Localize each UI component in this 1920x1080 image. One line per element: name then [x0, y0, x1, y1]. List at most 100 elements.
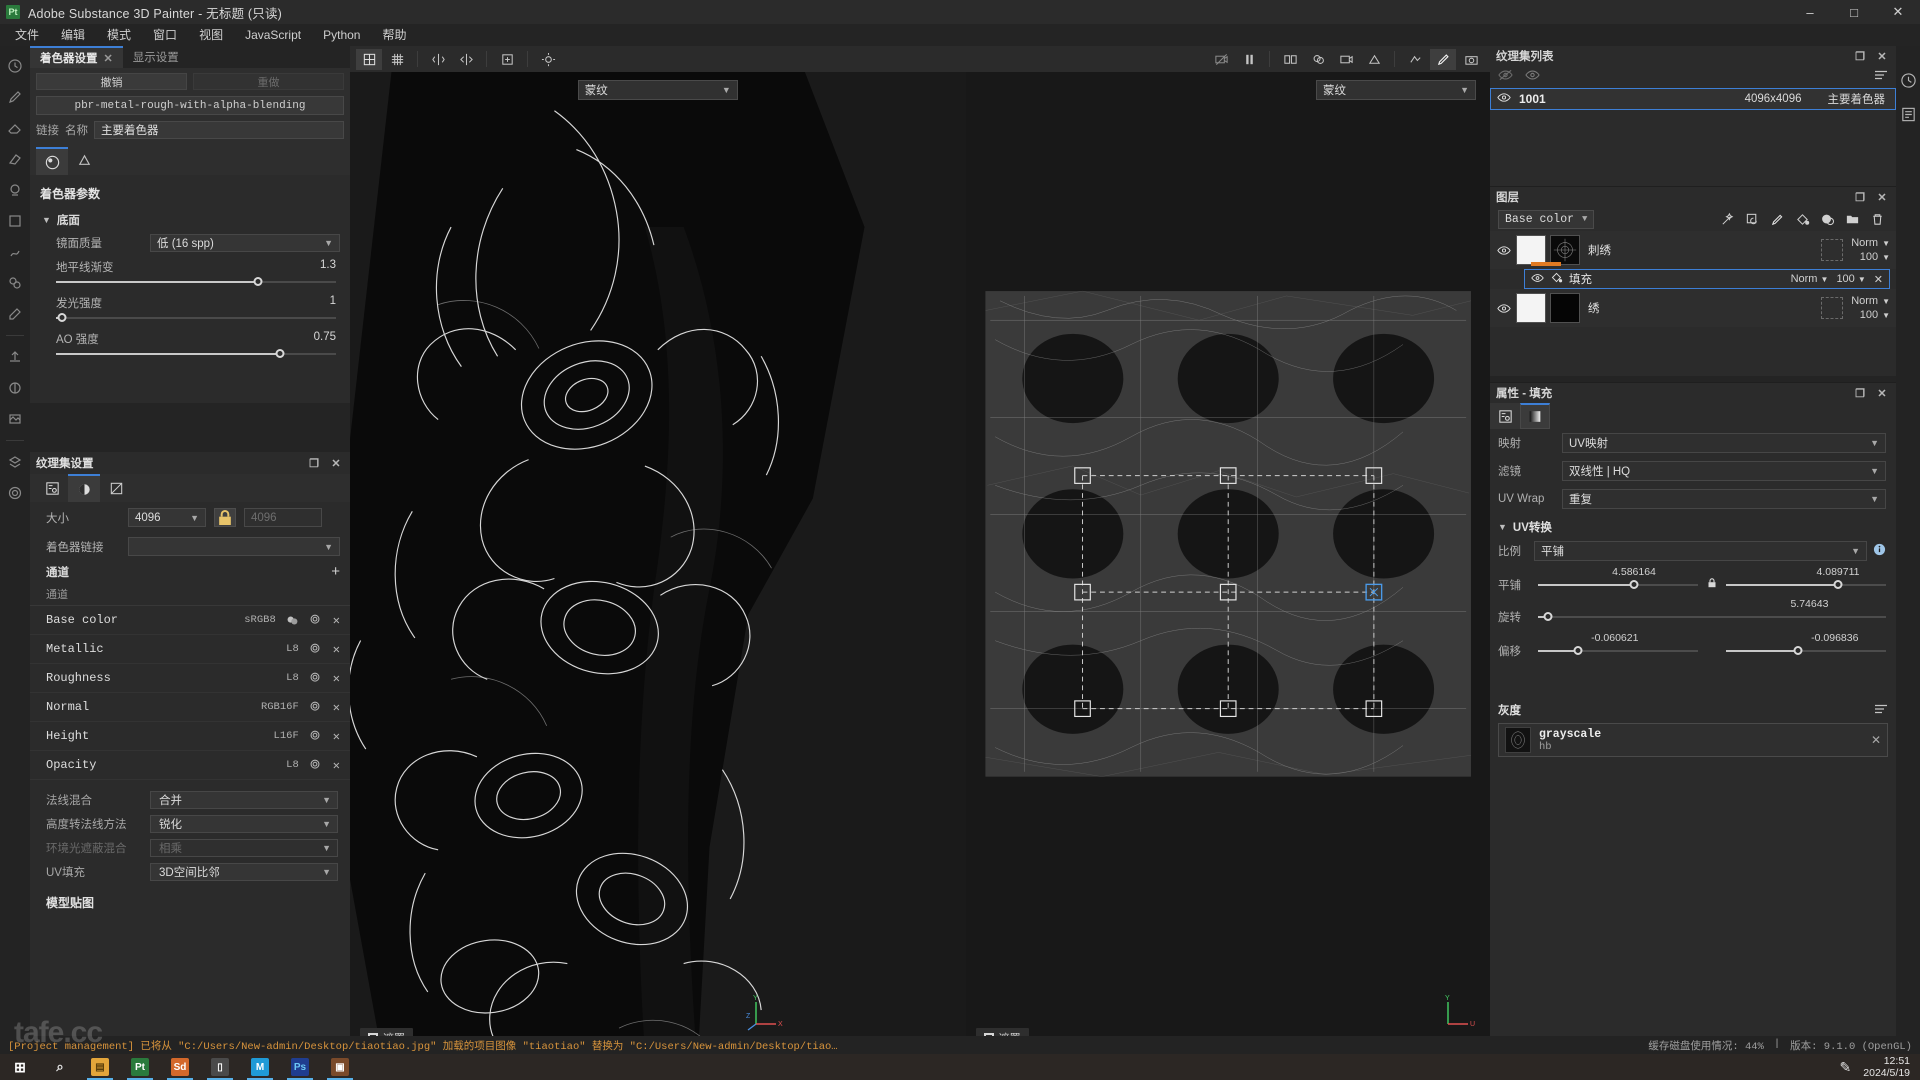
layer-mask-placeholder[interactable] — [1821, 297, 1844, 319]
layer-blend-mode[interactable]: Norm ▼ — [1851, 295, 1890, 307]
undo-button[interactable]: 撤销 — [36, 73, 187, 90]
dock-icon[interactable]: ❐ — [306, 455, 322, 471]
layer-thumbnail[interactable] — [1516, 293, 1546, 323]
menu-view[interactable]: 视图 — [188, 24, 234, 46]
dock-icon[interactable]: ❐ — [1852, 48, 1868, 64]
layer-blend-mode[interactable]: Norm ▼ — [1851, 237, 1890, 249]
dock-icon[interactable]: ❐ — [1852, 385, 1868, 401]
layer-opacity[interactable]: 100 ▼ — [1860, 251, 1890, 263]
post-fx-icon[interactable] — [1402, 49, 1428, 70]
paint-layer-icon[interactable] — [1766, 209, 1788, 229]
texture-set-row[interactable]: 1001 4096x4096 主要着色器 — [1490, 88, 1896, 110]
normal-blend-combo[interactable]: 合并 ▼ — [150, 791, 338, 809]
channel-settings-icon[interactable] — [309, 730, 321, 742]
slider-knob[interactable] — [253, 277, 263, 286]
info-icon[interactable] — [1873, 543, 1886, 559]
channel-settings-icon[interactable] — [309, 701, 321, 713]
gradient-icon[interactable] — [1520, 403, 1550, 429]
effect-layer-close-icon[interactable]: ✕ — [1874, 273, 1883, 286]
eye-off-icon[interactable] — [1498, 68, 1513, 86]
tab-shader-settings[interactable]: 着色器设置 ✕ — [30, 46, 123, 68]
layer-mask-thumbnail[interactable] — [1550, 293, 1580, 323]
settings-icon[interactable] — [4, 483, 26, 503]
color-space-icon[interactable] — [286, 614, 299, 627]
bake-icon[interactable] — [4, 378, 26, 398]
start-button[interactable]: ⊞ — [0, 1054, 40, 1080]
render-icon[interactable] — [4, 409, 26, 429]
scale-combo[interactable]: 平铺 ▼ — [1534, 541, 1867, 561]
layer-row[interactable]: 刺绣 Norm ▼ 100 ▼ — [1490, 231, 1896, 269]
settings-icon[interactable] — [36, 474, 68, 502]
menu-file[interactable]: 文件 — [4, 24, 50, 46]
frame-icon[interactable] — [494, 49, 520, 70]
slider-knob[interactable] — [275, 349, 285, 358]
list-menu-icon[interactable] — [1874, 68, 1888, 86]
rotation-slider[interactable]: 5.74643 — [1538, 598, 1886, 627]
camera-off-icon[interactable] — [1208, 49, 1234, 70]
trash-icon[interactable] — [1866, 209, 1888, 229]
horizon-fade-slider[interactable] — [56, 276, 336, 288]
screenshot-icon[interactable] — [1458, 49, 1484, 70]
channel-row[interactable]: Opacity L8 ✕ — [30, 751, 350, 780]
slider-knob[interactable] — [1573, 646, 1583, 655]
close-icon[interactable]: ✕ — [1874, 189, 1890, 205]
emissive-slider[interactable] — [56, 312, 336, 324]
filter-combo[interactable]: 双线性 | HQ ▼ — [1562, 461, 1886, 481]
eraser-icon[interactable] — [4, 118, 26, 138]
environment-icon[interactable] — [68, 147, 100, 175]
effect-layer-row[interactable]: 填充 Norm ▼ 100 ▼ ✕ — [1524, 269, 1890, 289]
effect-layer-blend-mode[interactable]: Norm ▼ — [1791, 273, 1829, 285]
grayscale-slot[interactable]: grayscale hb ✕ — [1498, 723, 1888, 757]
menu-window[interactable]: 窗口 — [142, 24, 188, 46]
specular-quality-combo[interactable]: 低 (16 spp) ▼ — [150, 234, 340, 252]
redo-button[interactable]: 重做 — [193, 73, 344, 90]
search-button[interactable]: ⌕ — [40, 1054, 80, 1080]
eye-icon[interactable] — [1496, 303, 1512, 314]
stamp-icon[interactable] — [4, 180, 26, 200]
close-button[interactable]: ✕ — [1876, 0, 1920, 24]
light-icon[interactable] — [535, 49, 561, 70]
camera-icon[interactable] — [1333, 49, 1359, 70]
viewport-canvas[interactable]: 蒙纹 ▼ Y X Z 遮罩 蒙纹 — [350, 72, 1491, 1054]
remove-channel-icon[interactable]: ✕ — [333, 671, 340, 686]
eye-icon[interactable] — [1531, 273, 1544, 286]
close-icon[interactable]: ✕ — [104, 52, 113, 65]
shelf-icon[interactable] — [1898, 104, 1918, 124]
layer-icon[interactable] — [4, 452, 26, 472]
export-icon[interactable] — [4, 347, 26, 367]
taskbar-substance-painter[interactable]: Pt — [120, 1054, 160, 1080]
clone-icon[interactable] — [4, 273, 26, 293]
taskbar-app-window[interactable]: ▯ — [200, 1054, 240, 1080]
dock-icon[interactable]: ❐ — [1852, 189, 1868, 205]
taskbar-photoshop[interactable]: Ps — [280, 1054, 320, 1080]
base-group-title[interactable]: ▼ 底面 — [30, 208, 350, 232]
channel-selector[interactable]: Base color ▼ — [1498, 209, 1595, 229]
eye-icon[interactable] — [1497, 92, 1511, 106]
history-icon[interactable] — [4, 56, 26, 76]
magic-wand-icon[interactable] — [1716, 209, 1738, 229]
tile-u-slider[interactable]: 4.586164 — [1538, 566, 1698, 595]
menu-help[interactable]: 帮助 — [371, 24, 417, 46]
smudge-icon[interactable] — [4, 242, 26, 262]
close-icon[interactable]: ✕ — [1874, 48, 1890, 64]
slider-knob[interactable] — [57, 313, 67, 322]
taskbar-substance-designer[interactable]: Sd — [160, 1054, 200, 1080]
brush-icon[interactable] — [4, 87, 26, 107]
channel-row[interactable]: Normal RGB16F ✕ — [30, 693, 350, 722]
menu-edit[interactable]: 编辑 — [50, 24, 96, 46]
split-view-icon[interactable] — [1277, 49, 1303, 70]
channel-row[interactable]: Roughness L8 ✕ — [30, 664, 350, 693]
size-combo[interactable]: 4096 ▼ — [128, 508, 206, 527]
layer-mask-placeholder[interactable] — [1821, 239, 1844, 261]
eye-solo-icon[interactable] — [1525, 68, 1540, 86]
grayscale-remove-icon[interactable]: ✕ — [1871, 733, 1881, 747]
slider-knob[interactable] — [1629, 580, 1639, 589]
slider-knob[interactable] — [1793, 646, 1803, 655]
remove-channel-icon[interactable]: ✕ — [333, 758, 340, 773]
uv-icon[interactable] — [100, 474, 132, 502]
height-to-normal-combo[interactable]: 锐化 ▼ — [150, 815, 338, 833]
channel-settings-icon[interactable] — [309, 643, 321, 655]
channel-row[interactable]: Metallic L8 ✕ — [30, 635, 350, 664]
channel-settings-icon[interactable] — [309, 614, 321, 626]
eye-icon[interactable] — [1496, 245, 1512, 256]
